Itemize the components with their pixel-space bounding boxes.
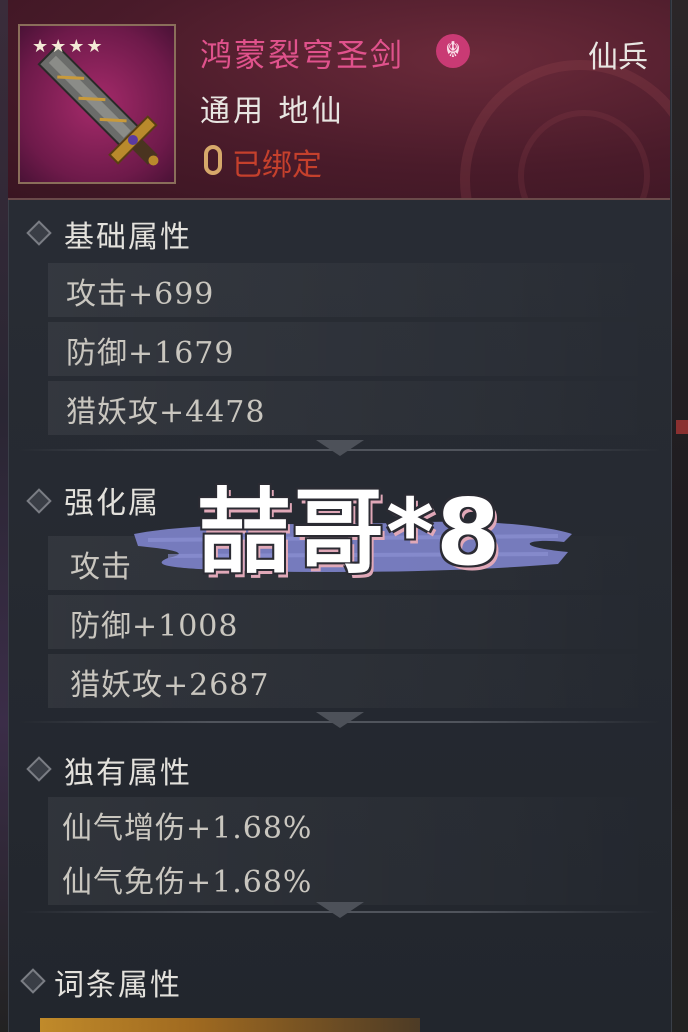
stat-row: 仙气免伤+1.68% bbox=[48, 851, 656, 905]
stat-value: 猎妖攻+2687 bbox=[70, 668, 270, 703]
chain-link-icon bbox=[204, 145, 222, 175]
item-quality: 仙兵 bbox=[588, 40, 648, 75]
item-name: 鸿蒙裂穹圣剑 bbox=[200, 36, 405, 74]
stat-row: 攻击+699 bbox=[48, 263, 656, 317]
stat-value: 猎妖攻+4478 bbox=[66, 395, 266, 430]
stat-row: 防御+1679 bbox=[48, 322, 656, 376]
sect-emblem-icon: ☬ bbox=[436, 34, 470, 68]
unique-attributes-title: 独有属性 bbox=[64, 756, 192, 791]
base-attributes-title: 基础属性 bbox=[64, 220, 192, 255]
left-edge bbox=[0, 0, 8, 1032]
bind-status: 已绑定 bbox=[232, 148, 322, 183]
stat-row: 猎妖攻+4478 bbox=[48, 381, 656, 435]
stat-row: 仙气增伤+1.68% bbox=[48, 797, 656, 851]
item-icon-frame[interactable]: ★★★★ bbox=[18, 24, 176, 184]
stat-value: 仙气免伤+1.68% bbox=[62, 865, 313, 900]
right-edge bbox=[670, 0, 688, 1032]
section-divider bbox=[20, 902, 660, 922]
stat-value: 防御+1679 bbox=[66, 336, 235, 371]
stat-value: 仙气增伤+1.68% bbox=[62, 811, 313, 846]
rarity-stars: ★★★★ bbox=[32, 36, 105, 57]
stat-value: 防御+1008 bbox=[70, 609, 239, 644]
stat-value: 攻击 bbox=[70, 550, 132, 585]
watermark-text: 喆哥*8 bbox=[198, 479, 503, 586]
stat-value: 攻击+699 bbox=[66, 277, 215, 312]
section-divider bbox=[20, 440, 660, 460]
stat-row: 防御+1008 bbox=[48, 595, 656, 649]
affix-attributes-title: 词条属性 bbox=[54, 968, 182, 1003]
section-divider bbox=[20, 712, 660, 732]
edge-marker bbox=[676, 420, 688, 434]
affix-row-partial bbox=[40, 1018, 420, 1032]
item-type: 通用 地仙 bbox=[200, 94, 345, 129]
stat-row: 猎妖攻+2687 bbox=[48, 654, 656, 708]
